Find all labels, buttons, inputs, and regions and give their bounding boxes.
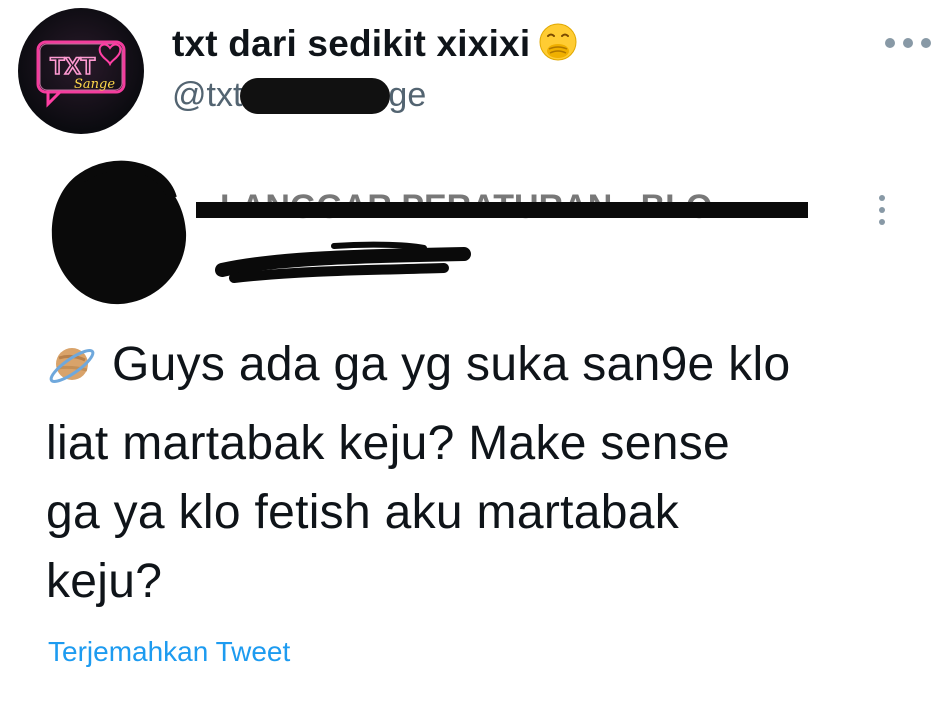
tweet-line-4: keju?	[46, 555, 163, 608]
face-with-hand-over-mouth-icon	[538, 22, 578, 71]
tweet-card: TXT Sange txt dari sedikit xixixi @txt ge	[0, 0, 950, 712]
handle-text-start: @txt	[172, 76, 243, 114]
display-name-text: txt dari sedikit xixixi	[172, 23, 531, 64]
handle-text-end: ge	[388, 76, 427, 114]
display-name[interactable]: txt dari sedikit xixixi	[172, 22, 578, 71]
avatar[interactable]: TXT Sange	[18, 8, 144, 134]
avatar-sign-text: TXT	[50, 53, 96, 80]
more-horizontal-icon	[885, 38, 931, 48]
quoted-handle-redacted	[214, 240, 474, 290]
neon-sign-icon: TXT Sange	[36, 40, 126, 108]
tweet-line-3: ga ya klo fetish aku martabak	[46, 486, 680, 539]
more-options-button[interactable]	[880, 28, 936, 58]
tweet-line: Guys ada ga yg suka san9e klo	[46, 330, 926, 409]
more-vertical-icon	[879, 195, 885, 225]
user-handle[interactable]: @txt ge	[172, 76, 426, 115]
quoted-avatar-redacted	[42, 158, 192, 308]
avatar-script-text: Sange	[74, 77, 115, 92]
translate-tweet-link[interactable]: Terjemahkan Tweet	[48, 636, 290, 668]
tweet-line-1: Guys ada ga yg suka san9e klo	[112, 338, 791, 391]
quoted-more-button[interactable]	[872, 190, 892, 230]
quoted-name-redacted: LANGGAR PERATURAN . BLO...	[190, 188, 810, 228]
tweet-line-2: liat martabak keju? Make sense	[46, 417, 730, 470]
handle-redaction	[240, 78, 391, 114]
ringed-planet-icon	[46, 338, 98, 409]
tweet-text: Guys ada ga yg suka san9e klo liat marta…	[46, 330, 926, 616]
